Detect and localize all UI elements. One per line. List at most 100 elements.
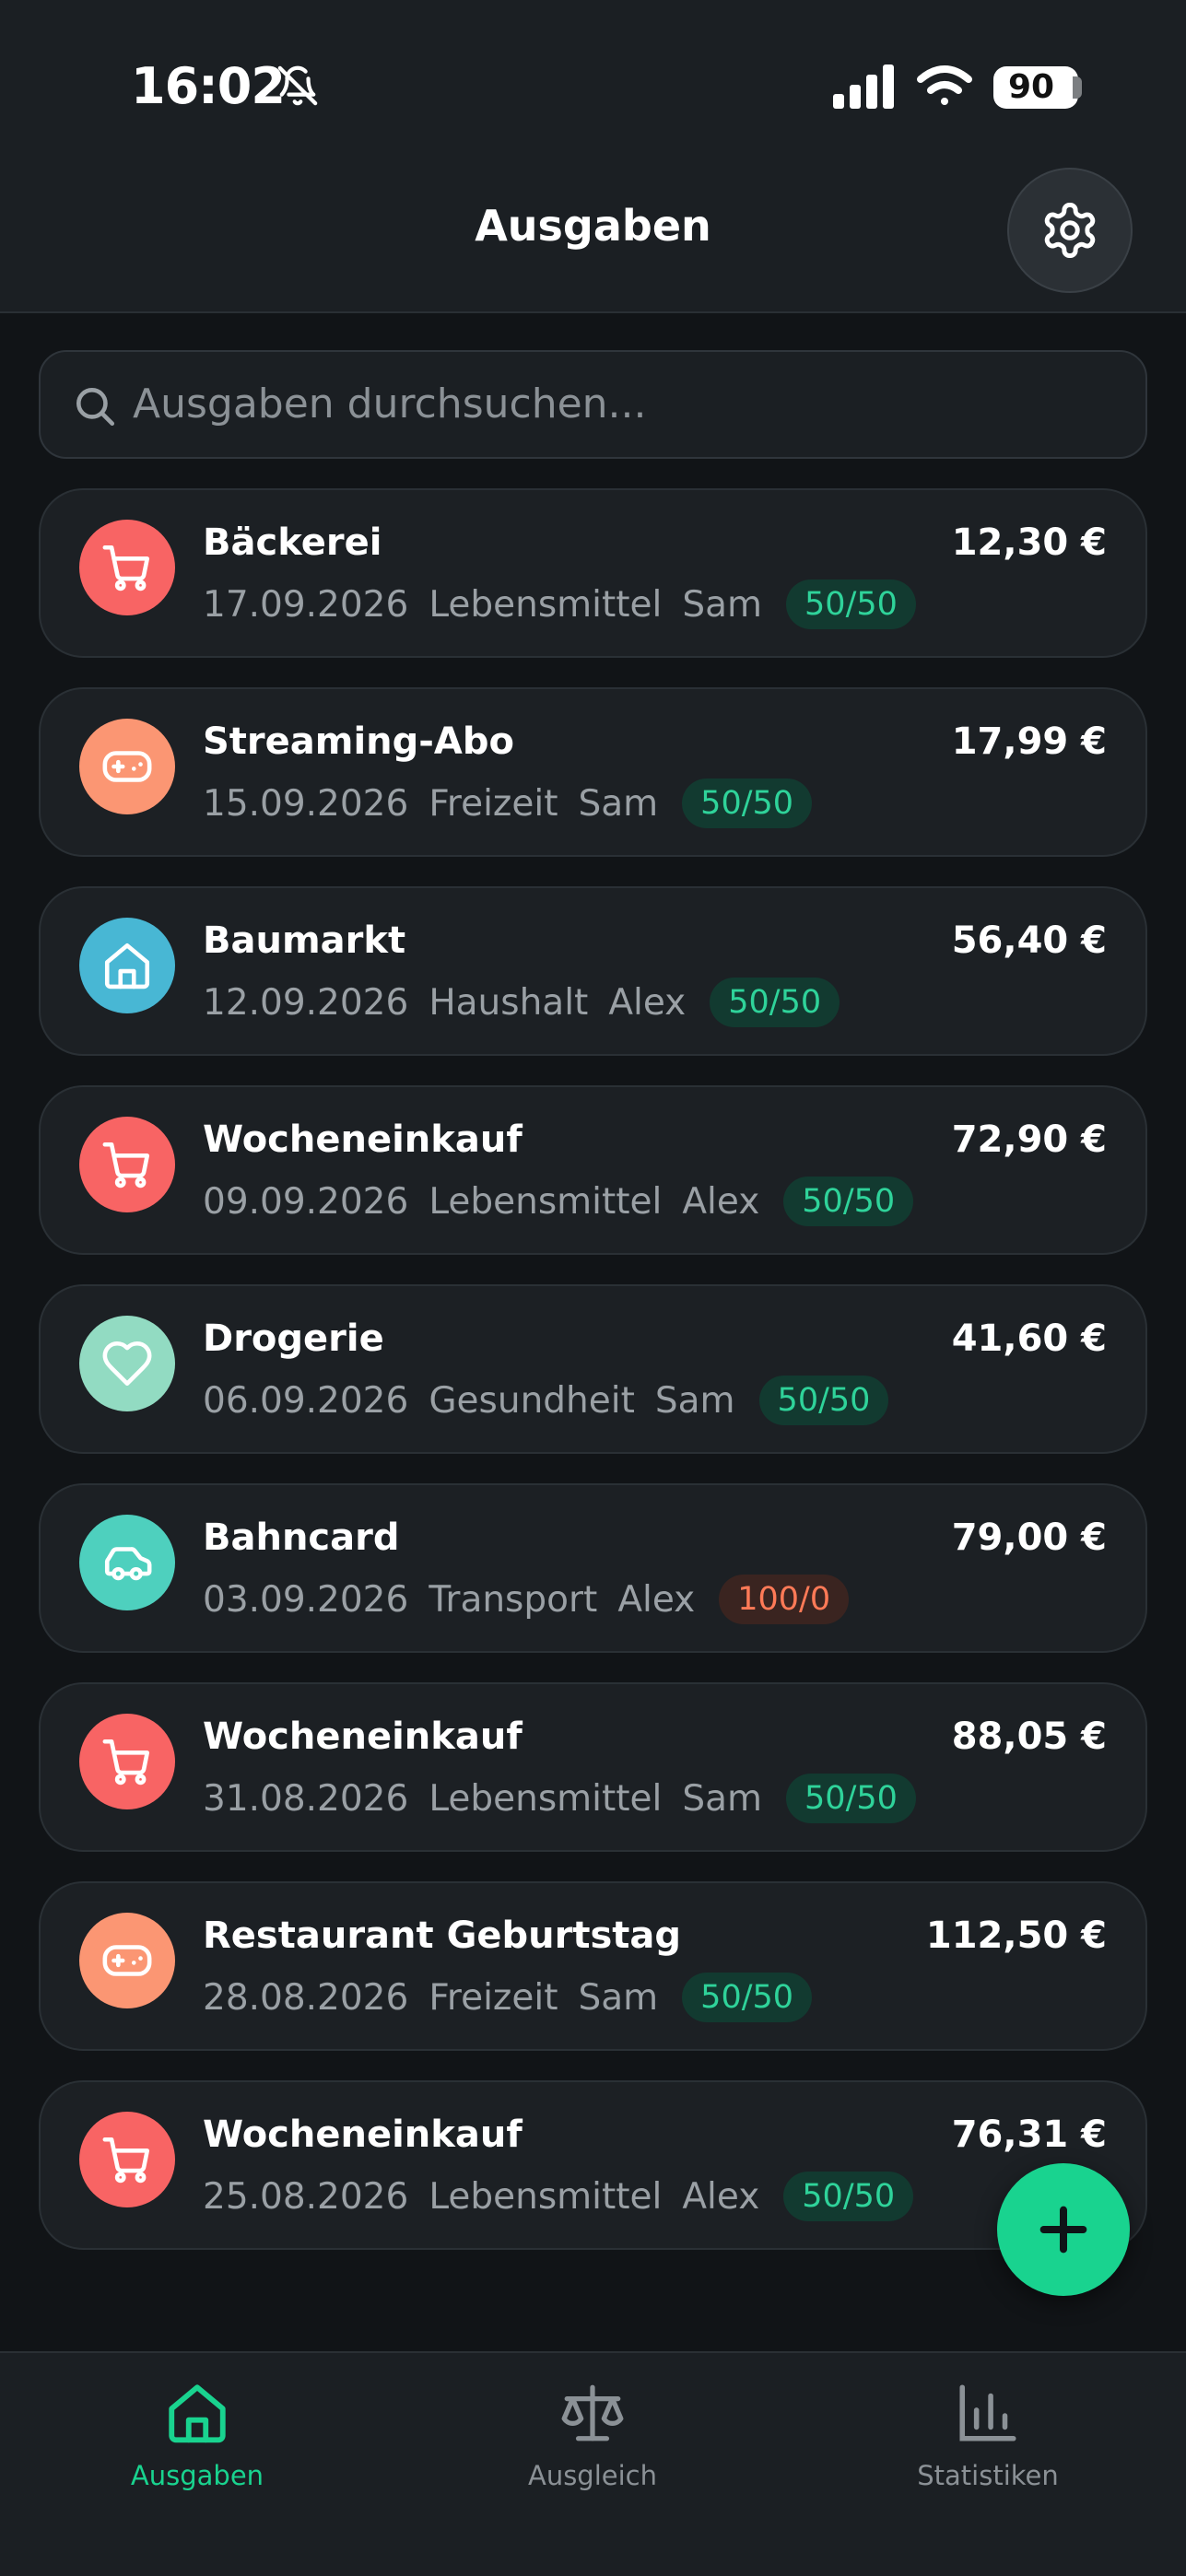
expense-payer: Alex bbox=[608, 981, 687, 1024]
expense-amount: 12,30 € bbox=[951, 521, 1107, 564]
nav-item-statistiken[interactable]: Statistiken bbox=[850, 2371, 1126, 2500]
expense-title: Drogerie bbox=[203, 1317, 384, 1360]
expense-amount: 76,31 € bbox=[951, 2113, 1107, 2156]
expense-category: Haushalt bbox=[429, 981, 589, 1024]
expense-amount: 112,50 € bbox=[925, 1914, 1107, 1957]
category-icon bbox=[79, 1316, 175, 1411]
expense-title: Bahncard bbox=[203, 1516, 400, 1559]
category-icon bbox=[79, 719, 175, 814]
car-icon bbox=[104, 1547, 152, 1581]
expense-payer: Sam bbox=[654, 1379, 735, 1422]
expense-category: Lebensmittel bbox=[429, 1180, 663, 1223]
expense-payer: Sam bbox=[578, 1976, 659, 2019]
settings-button[interactable] bbox=[1007, 168, 1133, 293]
expense-title: Baumarkt bbox=[203, 919, 406, 962]
expense-payer: Alex bbox=[682, 1180, 760, 1223]
expense-item[interactable]: Bahncard 79,00 € 03.09.2026 Transport Al… bbox=[39, 1483, 1147, 1653]
expense-date: 06.09.2026 bbox=[203, 1379, 409, 1422]
expense-item[interactable]: Drogerie 41,60 € 06.09.2026 Gesundheit S… bbox=[39, 1284, 1147, 1454]
expense-date: 17.09.2026 bbox=[203, 583, 409, 626]
plus-icon bbox=[1039, 2206, 1087, 2254]
expense-title: Wocheneinkauf bbox=[203, 1715, 523, 1758]
expense-category: Freizeit bbox=[429, 782, 558, 825]
gear-icon bbox=[1044, 203, 1096, 258]
expense-category: Transport bbox=[429, 1578, 598, 1621]
home-icon bbox=[169, 2384, 226, 2443]
scale-icon bbox=[561, 2384, 624, 2441]
expense-payer: Alex bbox=[682, 2175, 760, 2218]
heart-icon bbox=[102, 1341, 152, 1387]
expense-item[interactable]: Bäckerei 12,30 € 17.09.2026 Lebensmittel… bbox=[39, 488, 1147, 658]
cart-icon bbox=[102, 2137, 150, 2184]
expense-title: Wocheneinkauf bbox=[203, 1118, 523, 1161]
expense-item[interactable]: Baumarkt 56,40 € 12.09.2026 Haushalt Ale… bbox=[39, 886, 1147, 1056]
expense-payer: Sam bbox=[578, 782, 659, 825]
expense-date: 25.08.2026 bbox=[203, 2175, 409, 2218]
cart-icon bbox=[102, 1739, 150, 1786]
expense-date: 03.09.2026 bbox=[203, 1578, 409, 1621]
expense-title: Streaming-Abo bbox=[203, 720, 514, 763]
home-icon bbox=[104, 943, 150, 989]
category-icon bbox=[79, 918, 175, 1013]
expense-meta: 12.09.2026 Haushalt Alex 50/50 bbox=[203, 977, 840, 1028]
expense-meta: 09.09.2026 Lebensmittel Alex 50/50 bbox=[203, 1176, 914, 1227]
category-icon bbox=[79, 1515, 175, 1610]
expense-meta: 28.08.2026 Freizeit Sam 50/50 bbox=[203, 1972, 813, 2023]
expense-title: Bäckerei bbox=[203, 521, 382, 564]
expense-item[interactable]: Wocheneinkauf 76,31 € 25.08.2026 Lebensm… bbox=[39, 2080, 1147, 2250]
app-header: Ausgaben bbox=[0, 157, 1186, 313]
cart-icon bbox=[102, 544, 150, 591]
expense-meta: 25.08.2026 Lebensmittel Alex 50/50 bbox=[203, 2171, 914, 2222]
expense-meta: 15.09.2026 Freizeit Sam 50/50 bbox=[203, 778, 813, 829]
nav-item-ausgleich[interactable]: Ausgleich bbox=[454, 2371, 731, 2500]
bar-chart-icon bbox=[959, 2384, 1016, 2441]
category-icon bbox=[79, 1714, 175, 1809]
expense-item[interactable]: Restaurant Geburtstag 112,50 € 28.08.202… bbox=[39, 1881, 1147, 2051]
nav-item-ausgaben[interactable]: Ausgaben bbox=[59, 2371, 335, 2500]
nav-label: Ausgaben bbox=[130, 2460, 264, 2491]
expense-category: Lebensmittel bbox=[429, 2175, 663, 2218]
expense-meta: 17.09.2026 Lebensmittel Sam 50/50 bbox=[203, 579, 916, 630]
split-badge: 100/0 bbox=[719, 1575, 850, 1624]
battery-tip bbox=[1073, 76, 1082, 99]
expense-item[interactable]: Wocheneinkauf 72,90 € 09.09.2026 Lebensm… bbox=[39, 1085, 1147, 1255]
expense-amount: 56,40 € bbox=[951, 919, 1107, 962]
expense-title: Wocheneinkauf bbox=[203, 2113, 523, 2156]
expense-item[interactable]: Streaming-Abo 17,99 € 15.09.2026 Freizei… bbox=[39, 687, 1147, 857]
battery-level: 90 bbox=[1007, 68, 1055, 106]
expense-category: Lebensmittel bbox=[429, 583, 663, 626]
expense-date: 12.09.2026 bbox=[203, 981, 409, 1024]
category-icon bbox=[79, 520, 175, 615]
expense-amount: 72,90 € bbox=[951, 1118, 1107, 1161]
bottom-nav: Ausgaben Ausgleich Statistiken bbox=[0, 2351, 1186, 2576]
gamepad-icon bbox=[102, 751, 152, 782]
nav-label: Ausgleich bbox=[527, 2460, 657, 2491]
status-time: 16:02 bbox=[131, 57, 286, 115]
expense-meta: 06.09.2026 Gesundheit Sam 50/50 bbox=[203, 1375, 889, 1426]
expense-payer: Sam bbox=[682, 583, 763, 626]
expense-payer: Sam bbox=[682, 1777, 763, 1820]
wifi-icon bbox=[917, 65, 972, 105]
search-input[interactable]: Ausgaben durchsuchen... bbox=[39, 350, 1147, 459]
expense-item[interactable]: Wocheneinkauf 88,05 € 31.08.2026 Lebensm… bbox=[39, 1682, 1147, 1852]
expense-category: Freizeit bbox=[429, 1976, 558, 2019]
battery-indicator: 90 bbox=[993, 66, 1078, 109]
expense-date: 31.08.2026 bbox=[203, 1777, 409, 1820]
expense-amount: 17,99 € bbox=[951, 720, 1107, 763]
split-badge: 50/50 bbox=[783, 1177, 914, 1226]
split-badge: 50/50 bbox=[682, 1973, 813, 2022]
cart-icon bbox=[102, 1142, 150, 1188]
expense-meta: 03.09.2026 Transport Alex 100/0 bbox=[203, 1574, 850, 1625]
status-bar: 16:02 90 bbox=[0, 0, 1186, 157]
expense-amount: 88,05 € bbox=[951, 1715, 1107, 1758]
cellular-signal-icon bbox=[833, 64, 894, 109]
expense-meta: 31.08.2026 Lebensmittel Sam 50/50 bbox=[203, 1773, 916, 1824]
expense-category: Gesundheit bbox=[429, 1379, 635, 1422]
add-expense-button[interactable] bbox=[997, 2163, 1130, 2296]
split-badge: 50/50 bbox=[710, 978, 840, 1027]
split-badge: 50/50 bbox=[786, 1774, 916, 1823]
split-badge: 50/50 bbox=[758, 1376, 889, 1425]
category-icon bbox=[79, 2112, 175, 2207]
expense-payer: Alex bbox=[617, 1578, 696, 1621]
expense-amount: 79,00 € bbox=[951, 1516, 1107, 1559]
